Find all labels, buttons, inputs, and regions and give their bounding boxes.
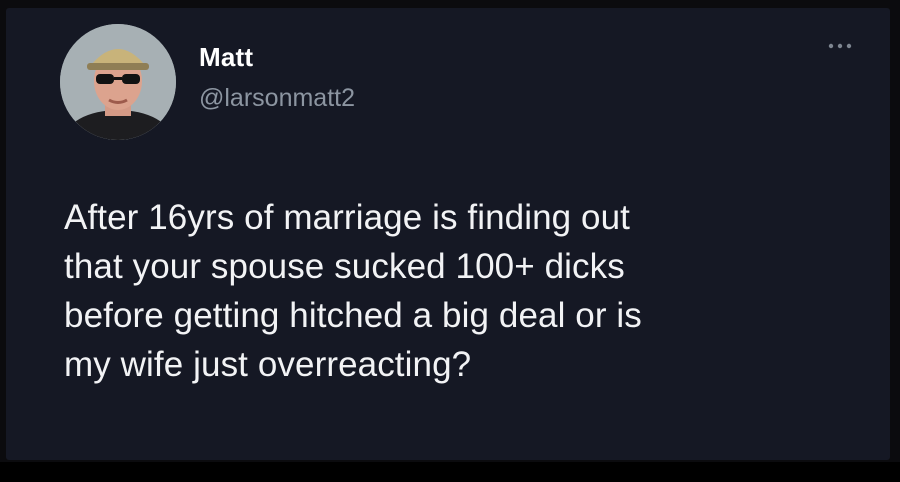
avatar[interactable] [60,24,176,140]
author-name[interactable]: Matt [199,42,253,73]
more-options-button[interactable] [822,34,858,58]
image-bottom-bar [0,462,900,482]
avatar-photo [60,24,176,140]
tweet-text: After 16yrs of marriage is finding out t… [64,198,642,384]
more-horizontal-icon [828,43,852,49]
author-handle[interactable]: @larsonmatt2 [199,84,355,113]
tweet-card: Matt @larsonmatt2 After 16yrs of marriag… [6,8,890,460]
